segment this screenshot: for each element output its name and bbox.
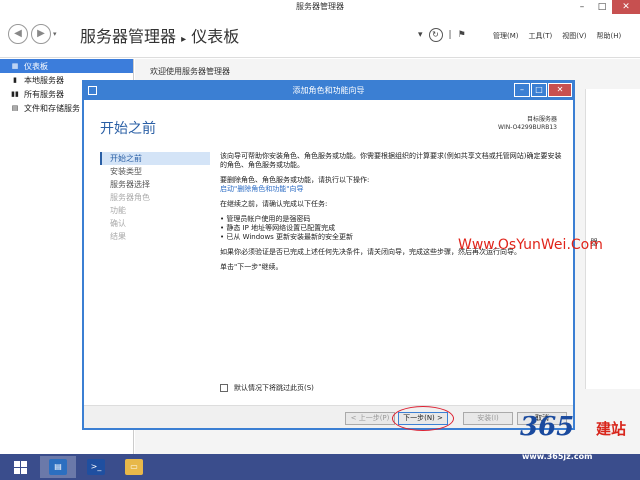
wizard-window-controls: – □ ✕ bbox=[514, 82, 573, 98]
target-server-name: WIN-O4299BURB13 bbox=[498, 124, 557, 131]
list-item: 管理员帐户使用的是强密码 bbox=[220, 215, 565, 224]
wizard-close-button[interactable]: ✕ bbox=[548, 83, 572, 97]
close-button[interactable]: ✕ bbox=[612, 0, 640, 14]
divider-icon: | bbox=[448, 30, 452, 40]
start-button[interactable] bbox=[2, 456, 38, 478]
brand-logo-number: 365 bbox=[520, 412, 575, 442]
window-title-bar: 服务器管理器 – □ ✕ bbox=[0, 0, 640, 14]
list-item: 静态 IP 地址等网络设置已配置完成 bbox=[220, 224, 565, 233]
wizard-title: 添加角色和功能向导 bbox=[292, 86, 365, 95]
forward-button[interactable]: ▶ bbox=[31, 24, 51, 44]
breadcrumb: 服务器管理器 ▸ 仪表板 bbox=[80, 23, 239, 47]
maximize-button[interactable]: □ bbox=[592, 0, 612, 14]
wizard-footer: < 上一步(P) 下一步(N) > 安装(I) 取消 bbox=[84, 405, 573, 431]
chevron-down-icon[interactable]: ▾ bbox=[418, 30, 423, 40]
dashboard-icon: ▦ bbox=[11, 62, 19, 70]
breadcrumb-root[interactable]: 服务器管理器 bbox=[80, 27, 176, 46]
wizard-steps-nav: 开始之前 安装类型 服务器选择 服务器角色 功能 确认 结果 bbox=[100, 152, 210, 243]
target-server-label: 目标服务器 bbox=[526, 116, 557, 123]
sidebar-item-label: 本地服务器 bbox=[24, 75, 64, 85]
menu-view[interactable]: 视图(V) bbox=[562, 31, 586, 41]
wizard-maximize-button[interactable]: □ bbox=[531, 83, 547, 97]
window-title: 服务器管理器 bbox=[296, 2, 344, 11]
breadcrumb-separator: ▸ bbox=[181, 34, 187, 45]
storage-icon: ▤ bbox=[11, 104, 19, 112]
brand-logo-chinese: 建站 bbox=[596, 420, 627, 438]
start-icon bbox=[13, 460, 27, 474]
sidebar-item-label: 所有服务器 bbox=[24, 89, 64, 99]
header-menu-bar: 管理(M) 工具(T) 视图(V) 帮助(H) bbox=[493, 31, 621, 41]
next-button[interactable]: 下一步(N) > bbox=[398, 412, 448, 425]
sidebar-item-dashboard[interactable]: ▦ 仪表板 bbox=[0, 59, 133, 73]
install-button: 安装(I) bbox=[463, 412, 513, 425]
remove-roles-link[interactable]: 启动"删除角色和功能"向导 bbox=[220, 185, 565, 194]
back-button[interactable]: ◀ bbox=[8, 24, 28, 44]
brand-logo-url: www.365jz.com bbox=[522, 452, 593, 461]
skip-page-checkbox[interactable] bbox=[220, 384, 228, 392]
wizard-content: 该向导可帮助你安装角色、角色服务或功能。你需要根据组织的计算要求(例如共享文档或… bbox=[220, 152, 565, 278]
server-manager-icon: ▤ bbox=[49, 459, 67, 475]
watermark-text: Www.OsYunWei.Com bbox=[458, 237, 603, 253]
step-confirmation: 确认 bbox=[110, 219, 126, 228]
menu-manage[interactable]: 管理(M) bbox=[493, 31, 519, 41]
sidebar-item-label: 文件和存储服务 bbox=[24, 103, 80, 113]
window-controls: – □ ✕ bbox=[572, 0, 640, 14]
header-icons: ▾ ↻ | ⚑ bbox=[418, 28, 466, 42]
step-installation-type[interactable]: 安装类型 bbox=[100, 165, 210, 178]
back-arrow-icon: ◀ bbox=[14, 28, 22, 39]
sidebar-item-label: 仪表板 bbox=[24, 61, 48, 71]
step-server-roles: 服务器角色 bbox=[110, 193, 150, 202]
add-roles-wizard-dialog: 添加角色和功能向导 – □ ✕ 开始之前 目标服务器 WIN-O4299BURB… bbox=[82, 80, 575, 431]
continue-instruction: 单击"下一步"继续。 bbox=[220, 263, 283, 271]
servers-icon: ▮▮ bbox=[11, 90, 19, 98]
brand-logo: 365 建站 www.365jz.com bbox=[520, 412, 640, 480]
taskbar-file-explorer[interactable]: ▭ bbox=[116, 456, 152, 478]
server-icon: ▮ bbox=[13, 76, 17, 84]
step-server-selection[interactable]: 服务器选择 bbox=[100, 178, 210, 191]
file-explorer-icon: ▭ bbox=[125, 459, 143, 475]
prereq-intro: 在继续之前，请确认完成以下任务: bbox=[220, 200, 328, 208]
previous-button: < 上一步(P) bbox=[345, 412, 395, 425]
step-before-you-begin[interactable]: 开始之前 bbox=[100, 152, 210, 165]
taskbar-server-manager[interactable]: ▤ bbox=[40, 456, 76, 478]
remove-instruction: 要删除角色、角色服务或功能，请执行以下操作: bbox=[220, 176, 370, 184]
forward-arrow-icon: ▶ bbox=[37, 28, 45, 39]
taskbar-powershell[interactable]: >_ bbox=[78, 456, 114, 478]
intro-paragraph: 该向导可帮助你安装角色、角色服务或功能。你需要根据组织的计算要求(例如共享文档或… bbox=[220, 152, 562, 169]
wizard-minimize-button[interactable]: – bbox=[514, 83, 530, 97]
refresh-icon[interactable]: ↻ bbox=[428, 28, 443, 42]
history-dropdown[interactable]: ▾ bbox=[53, 30, 57, 38]
step-features: 功能 bbox=[110, 206, 126, 215]
step-results: 结果 bbox=[110, 232, 126, 241]
menu-tools[interactable]: 工具(T) bbox=[529, 31, 553, 41]
breadcrumb-current: 仪表板 bbox=[191, 27, 240, 46]
wizard-title-bar: 添加角色和功能向导 – □ ✕ bbox=[84, 82, 573, 100]
powershell-icon: >_ bbox=[87, 459, 105, 475]
minimize-button[interactable]: – bbox=[572, 0, 592, 14]
menu-help[interactable]: 帮助(H) bbox=[597, 31, 622, 41]
notifications-flag-icon[interactable]: ⚑ bbox=[458, 30, 466, 40]
wizard-page-heading: 开始之前 bbox=[100, 121, 156, 137]
skip-page-option[interactable]: 默认情况下将跳过此页(S) bbox=[220, 383, 314, 393]
welcome-title: 欢迎使用服务器管理器 bbox=[150, 67, 230, 76]
target-server-info: 目标服务器 WIN-O4299BURB13 bbox=[498, 116, 557, 132]
server-manager-header: ◀ ▶ ▾ 服务器管理器 ▸ 仪表板 ▾ ↻ | ⚑ 管理(M) 工具(T) 视… bbox=[0, 14, 640, 58]
skip-page-label: 默认情况下将跳过此页(S) bbox=[234, 384, 314, 392]
